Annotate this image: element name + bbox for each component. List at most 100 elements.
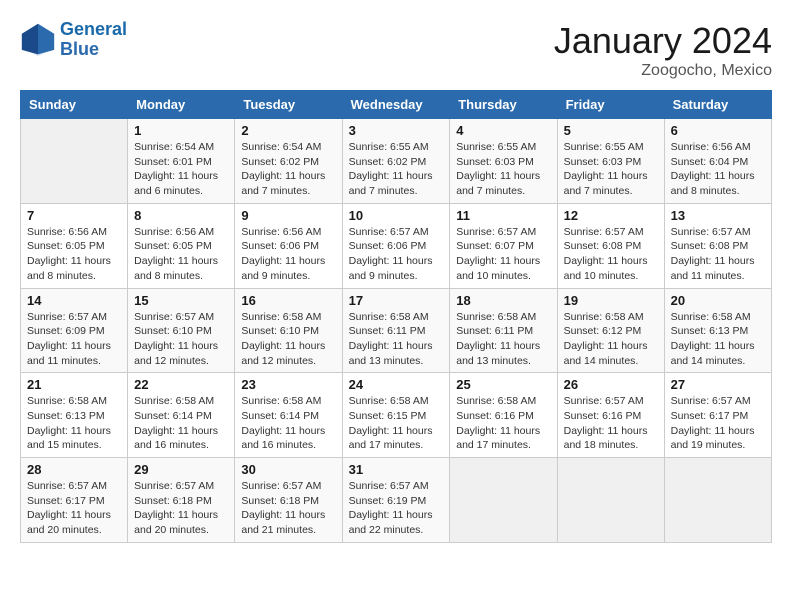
day-info: Sunrise: 6:55 AM Sunset: 6:03 PM Dayligh… [456,140,550,199]
calendar-cell: 21Sunrise: 6:58 AM Sunset: 6:13 PM Dayli… [21,373,128,458]
day-number: 3 [349,123,444,138]
calendar-cell [664,458,771,543]
day-info: Sunrise: 6:57 AM Sunset: 6:16 PM Dayligh… [564,394,658,453]
day-number: 30 [241,462,335,477]
day-number: 14 [27,293,121,308]
day-number: 11 [456,208,550,223]
calendar-cell: 15 Sunrise: 6:57 AM Sunset: 6:10 PM Dayli… [128,288,235,373]
calendar-week-row: 28 Sunrise: 6:57 AM Sunset: 6:17 PM Dayli… [21,458,772,543]
calendar-cell: 18Sunrise: 6:58 AM Sunset: 6:11 PM Dayli… [450,288,557,373]
day-info: Sunrise: 6:58 AM Sunset: 6:13 PM Dayligh… [671,310,765,369]
calendar-cell: 24 Sunrise: 6:58 AM Sunset: 6:15 PM Dayli… [342,373,450,458]
day-info: Sunrise: 6:57 AM Sunset: 6:08 PM Dayligh… [671,225,765,284]
day-number: 6 [671,123,765,138]
day-info: Sunrise: 6:57 AM Sunset: 6:17 PM Dayligh… [27,479,121,538]
calendar-cell: 4 Sunrise: 6:55 AM Sunset: 6:03 PM Daylig… [450,119,557,204]
day-number: 27 [671,377,765,392]
day-number: 22 [134,377,228,392]
day-info: Sunrise: 6:57 AM Sunset: 6:06 PM Dayligh… [349,225,444,284]
logo-line2: Blue [60,39,99,59]
day-number: 23 [241,377,335,392]
calendar-cell: 26 Sunrise: 6:57 AM Sunset: 6:16 PM Dayli… [557,373,664,458]
calendar-cell: 27 Sunrise: 6:57 AM Sunset: 6:17 PM Dayli… [664,373,771,458]
day-info: Sunrise: 6:56 AM Sunset: 6:05 PM Dayligh… [134,225,228,284]
calendar-cell: 13 Sunrise: 6:57 AM Sunset: 6:08 PM Dayli… [664,203,771,288]
calendar-table: SundayMondayTuesdayWednesdayThursdayFrid… [20,90,772,543]
logo: General Blue [20,20,127,60]
day-number: 7 [27,208,121,223]
day-info: Sunrise: 6:58 AM Sunset: 6:13 PM Dayligh… [27,394,121,453]
logo-text: General Blue [60,20,127,60]
logo-icon [20,22,56,58]
day-info: Sunrise: 6:58 AM Sunset: 6:14 PM Dayligh… [134,394,228,453]
calendar-cell: 20 Sunrise: 6:58 AM Sunset: 6:13 PM Dayli… [664,288,771,373]
day-number: 10 [349,208,444,223]
day-number: 4 [456,123,550,138]
day-info: Sunrise: 6:54 AM Sunset: 6:01 PM Dayligh… [134,140,228,199]
day-number: 8 [134,208,228,223]
day-number: 28 [27,462,121,477]
day-info: Sunrise: 6:57 AM Sunset: 6:10 PM Dayligh… [134,310,228,369]
calendar-cell: 31 Sunrise: 6:57 AM Sunset: 6:19 PM Dayli… [342,458,450,543]
calendar-header: SundayMondayTuesdayWednesdayThursdayFrid… [21,91,772,119]
day-number: 29 [134,462,228,477]
calendar-cell: 8 Sunrise: 6:56 AM Sunset: 6:05 PM Daylig… [128,203,235,288]
header-cell-tuesday: Tuesday [235,91,342,119]
title-section: January 2024 Zoogocho, Mexico [554,20,772,80]
calendar-cell: 12 Sunrise: 6:57 AM Sunset: 6:08 PM Dayli… [557,203,664,288]
calendar-cell: 22 Sunrise: 6:58 AM Sunset: 6:14 PM Dayli… [128,373,235,458]
calendar-cell: 30 Sunrise: 6:57 AM Sunset: 6:18 PM Dayli… [235,458,342,543]
day-info: Sunrise: 6:58 AM Sunset: 6:15 PM Dayligh… [349,394,444,453]
day-number: 15 [134,293,228,308]
calendar-cell: 16Sunrise: 6:58 AM Sunset: 6:10 PM Dayli… [235,288,342,373]
calendar-cell: 5Sunrise: 6:55 AM Sunset: 6:03 PM Daylig… [557,119,664,204]
day-info: Sunrise: 6:57 AM Sunset: 6:18 PM Dayligh… [241,479,335,538]
day-number: 12 [564,208,658,223]
day-info: Sunrise: 6:58 AM Sunset: 6:12 PM Dayligh… [564,310,658,369]
calendar-cell: 14 Sunrise: 6:57 AM Sunset: 6:09 PM Dayli… [21,288,128,373]
calendar-cell: 6Sunrise: 6:56 AM Sunset: 6:04 PM Daylig… [664,119,771,204]
day-info: Sunrise: 6:58 AM Sunset: 6:11 PM Dayligh… [456,310,550,369]
calendar-body: 1Sunrise: 6:54 AM Sunset: 6:01 PM Daylig… [21,119,772,543]
day-number: 26 [564,377,658,392]
day-info: Sunrise: 6:58 AM Sunset: 6:10 PM Dayligh… [241,310,335,369]
calendar-week-row: 14 Sunrise: 6:57 AM Sunset: 6:09 PM Dayli… [21,288,772,373]
location: Zoogocho, Mexico [554,62,772,80]
calendar-week-row: 7 Sunrise: 6:56 AM Sunset: 6:05 PM Daylig… [21,203,772,288]
calendar-week-row: 21Sunrise: 6:58 AM Sunset: 6:13 PM Dayli… [21,373,772,458]
day-info: Sunrise: 6:55 AM Sunset: 6:02 PM Dayligh… [349,140,444,199]
day-number: 13 [671,208,765,223]
calendar-cell: 25 Sunrise: 6:58 AM Sunset: 6:16 PM Dayli… [450,373,557,458]
day-number: 20 [671,293,765,308]
day-info: Sunrise: 6:57 AM Sunset: 6:08 PM Dayligh… [564,225,658,284]
page-header: General Blue January 2024 Zoogocho, Mexi… [20,20,772,80]
day-number: 31 [349,462,444,477]
day-info: Sunrise: 6:57 AM Sunset: 6:09 PM Dayligh… [27,310,121,369]
day-info: Sunrise: 6:57 AM Sunset: 6:07 PM Dayligh… [456,225,550,284]
header-cell-saturday: Saturday [664,91,771,119]
calendar-cell: 23Sunrise: 6:58 AM Sunset: 6:14 PM Dayli… [235,373,342,458]
header-cell-friday: Friday [557,91,664,119]
header-row: SundayMondayTuesdayWednesdayThursdayFrid… [21,91,772,119]
calendar-cell: 28 Sunrise: 6:57 AM Sunset: 6:17 PM Dayli… [21,458,128,543]
header-cell-sunday: Sunday [21,91,128,119]
calendar-cell: 2Sunrise: 6:54 AM Sunset: 6:02 PM Daylig… [235,119,342,204]
header-cell-monday: Monday [128,91,235,119]
logo-line1: General [60,19,127,39]
calendar-cell [450,458,557,543]
day-number: 25 [456,377,550,392]
day-info: Sunrise: 6:57 AM Sunset: 6:18 PM Dayligh… [134,479,228,538]
calendar-cell [21,119,128,204]
calendar-cell: 3 Sunrise: 6:55 AM Sunset: 6:02 PM Daylig… [342,119,450,204]
day-info: Sunrise: 6:57 AM Sunset: 6:19 PM Dayligh… [349,479,444,538]
day-number: 9 [241,208,335,223]
calendar-cell: 19Sunrise: 6:58 AM Sunset: 6:12 PM Dayli… [557,288,664,373]
day-info: Sunrise: 6:55 AM Sunset: 6:03 PM Dayligh… [564,140,658,199]
day-number: 24 [349,377,444,392]
calendar-cell: 1Sunrise: 6:54 AM Sunset: 6:01 PM Daylig… [128,119,235,204]
calendar-cell: 11 Sunrise: 6:57 AM Sunset: 6:07 PM Dayli… [450,203,557,288]
day-info: Sunrise: 6:58 AM Sunset: 6:16 PM Dayligh… [456,394,550,453]
day-info: Sunrise: 6:56 AM Sunset: 6:06 PM Dayligh… [241,225,335,284]
day-info: Sunrise: 6:54 AM Sunset: 6:02 PM Dayligh… [241,140,335,199]
day-info: Sunrise: 6:57 AM Sunset: 6:17 PM Dayligh… [671,394,765,453]
